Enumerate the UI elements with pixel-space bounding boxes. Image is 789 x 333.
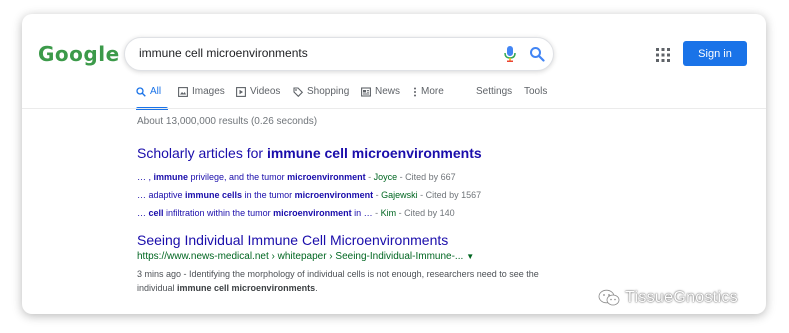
- tab-more[interactable]: More: [413, 86, 444, 97]
- search-icon[interactable]: [529, 46, 545, 62]
- result-title-link[interactable]: Seeing Individual Immune Cell Microenvir…: [137, 232, 448, 248]
- video-icon: [236, 86, 246, 97]
- wechat-icon: [598, 289, 620, 306]
- separator: -: [373, 190, 382, 200]
- scholar-item-text: … adaptive: [137, 190, 186, 200]
- more-vert-icon: [414, 87, 416, 96]
- scholar-item-text: microenvironment: [294, 190, 374, 200]
- dropdown-caret-icon[interactable]: ▼: [466, 252, 474, 261]
- scholar-item[interactable]: … adaptive immune cells in the tumor mic…: [137, 190, 481, 200]
- search-icon: [136, 86, 146, 97]
- scholar-author[interactable]: Gajewski: [381, 190, 418, 200]
- scholar-cited-by[interactable]: Cited by 1567: [426, 190, 482, 200]
- scholar-heading-query: immune cell microenvironments: [266, 145, 482, 161]
- image-icon: [178, 86, 188, 97]
- tab-all[interactable]: All: [136, 86, 161, 97]
- tab-label: Images: [192, 86, 225, 97]
- tab-label: Shopping: [307, 86, 350, 97]
- google-logo[interactable]: Google: [38, 42, 120, 66]
- separator: -: [396, 208, 405, 218]
- watermark-text: TissueGnostics: [625, 289, 738, 306]
- tab-label: Tools: [524, 86, 548, 97]
- scholar-item-text: microenvironment: [287, 172, 366, 182]
- scholar-item-text: privilege, and the tumor: [188, 172, 288, 182]
- search-results-card: Google immune cell microenvironments Sig…: [22, 14, 766, 314]
- header-divider: [22, 108, 766, 109]
- watermark: TissueGnostics: [598, 289, 738, 307]
- result-url[interactable]: https://www.news-medical.net › whitepape…: [137, 251, 474, 262]
- tab-label: Settings: [476, 86, 513, 97]
- result-url-text: https://www.news-medical.net › whitepape…: [137, 251, 464, 262]
- scholar-item[interactable]: … cell infiltration within the tumor mic…: [137, 208, 455, 218]
- tab-label: More: [421, 86, 444, 97]
- separator: -: [417, 190, 426, 200]
- scholar-author[interactable]: Joyce: [374, 172, 398, 182]
- scholar-item-text: cell: [148, 208, 164, 218]
- apps-grid-icon[interactable]: [656, 48, 670, 62]
- scholar-heading-link[interactable]: Scholarly articles for immune cell micro…: [137, 145, 482, 161]
- snippet-text: immune cell microenvironments: [177, 283, 316, 293]
- scholar-item-text: …: [137, 208, 149, 218]
- scholar-cited-by[interactable]: Cited by 140: [404, 208, 455, 218]
- scholar-item-text: … ,: [137, 172, 154, 182]
- search-input[interactable]: immune cell microenvironments: [139, 46, 308, 60]
- scholar-heading-prefix: Scholarly articles for: [137, 145, 267, 161]
- scholar-author[interactable]: Kim: [381, 208, 397, 218]
- sign-in-button[interactable]: Sign in: [683, 41, 747, 66]
- separator: -: [365, 172, 374, 182]
- tab-label: News: [375, 86, 401, 97]
- scholar-item-text: infiltration within the tumor: [163, 208, 274, 218]
- tab-tools[interactable]: Tools: [524, 86, 547, 97]
- scholar-item-text: immune: [153, 172, 189, 182]
- tab-videos[interactable]: Videos: [236, 86, 280, 97]
- tag-icon: [293, 86, 303, 97]
- snippet-text: .: [315, 283, 318, 293]
- tab-label: Videos: [250, 86, 281, 97]
- scholar-item-text: in …: [351, 208, 373, 218]
- scholar-cited-by[interactable]: Cited by 667: [405, 172, 456, 182]
- result-stats: About 13,000,000 results (0.26 seconds): [137, 116, 318, 127]
- tab-label: All: [150, 86, 162, 97]
- tab-settings[interactable]: Settings: [476, 86, 512, 97]
- tab-images[interactable]: Images: [178, 86, 225, 97]
- tab-news[interactable]: News: [361, 86, 400, 97]
- scholar-item-text: in the tumor: [242, 190, 295, 200]
- microphone-icon[interactable]: [503, 46, 517, 62]
- scholar-item-text: microenvironment: [273, 208, 352, 218]
- separator: -: [397, 172, 406, 182]
- tab-shopping[interactable]: Shopping: [293, 86, 349, 97]
- scholar-item[interactable]: … , immune privilege, and the tumor micr…: [137, 172, 456, 182]
- search-box[interactable]: immune cell microenvironments: [124, 37, 554, 71]
- separator: -: [372, 208, 381, 218]
- scholar-item-text: immune cells: [185, 190, 243, 200]
- result-snippet: 3 mins ago - Identifying the morphology …: [137, 267, 557, 295]
- news-icon: [361, 86, 371, 97]
